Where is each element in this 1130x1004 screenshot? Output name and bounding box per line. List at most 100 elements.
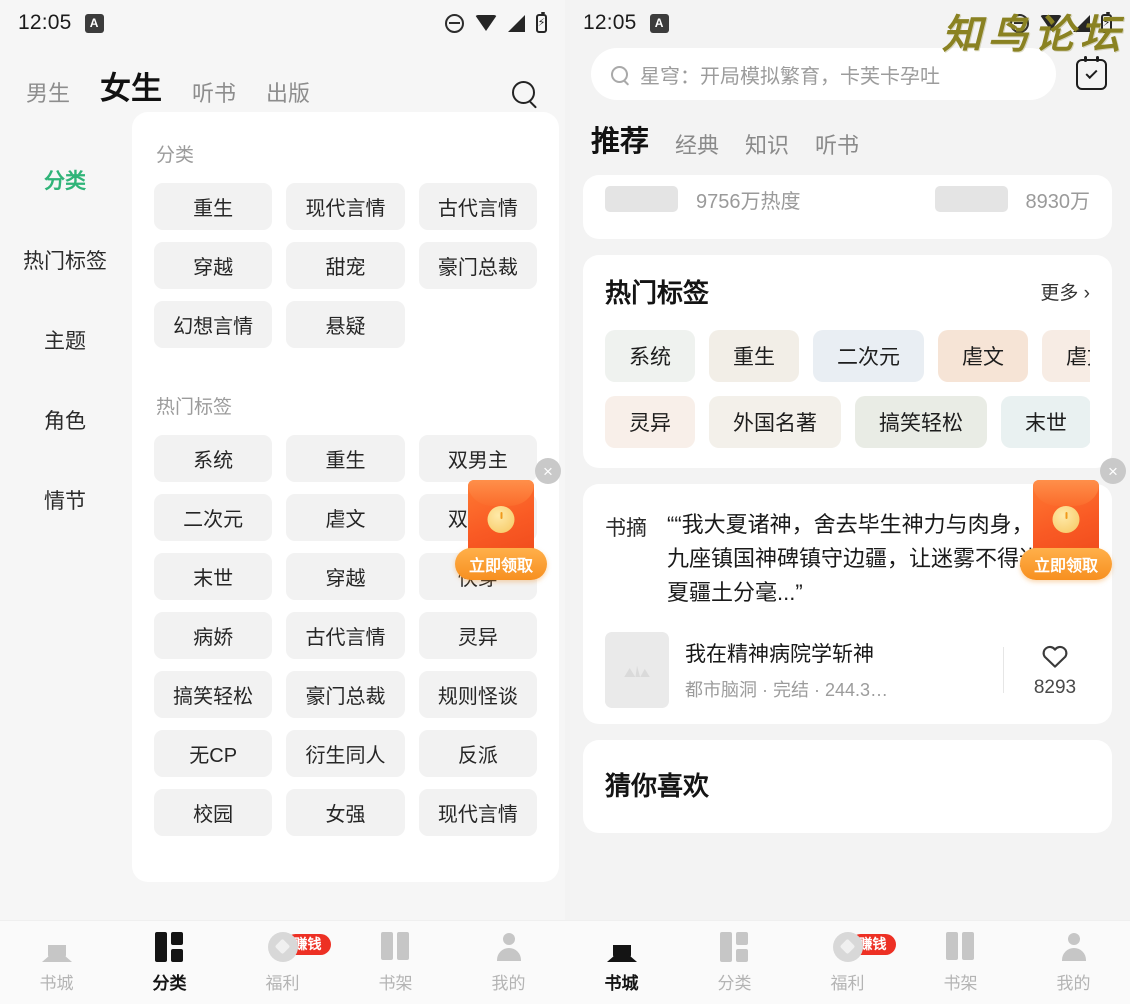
chip[interactable]: 重生 [286, 435, 405, 482]
chip[interactable]: 搞笑轻松 [154, 671, 273, 718]
chip[interactable]: 女强 [286, 789, 405, 836]
red-packet-close-icon[interactable]: × [535, 458, 561, 484]
like-button[interactable]: 8293 [1020, 641, 1090, 699]
placeholder-block [605, 186, 678, 212]
heat-value-left: 9756万热度 [696, 190, 801, 213]
hot-tags-list: 系统 重生 二次元 虐文 虐文 灵异 外国名著 搞笑轻松 末世 [605, 330, 1090, 450]
right-pane-bookstore-screen: 12:05 A ⚡ 知鸟论坛 星穹：开局模拟繁育，卡芙卡孕吐 推荐 经典 知识 [565, 0, 1130, 1004]
tab-tuijian[interactable]: 推荐 [591, 118, 649, 163]
status-bar-left: 12:05 A ⚡ [0, 0, 565, 46]
chip[interactable]: 病娇 [154, 612, 273, 659]
left-top-tabs: 男生 女生 听书 出版 [0, 46, 565, 112]
tab-nansheng[interactable]: 男生 [26, 76, 70, 112]
hot-tag[interactable]: 外国名著 [709, 396, 841, 448]
chip[interactable]: 虐文 [286, 494, 405, 541]
mute-icon [445, 13, 464, 33]
sidebar-item-fenlei[interactable]: 分类 [0, 140, 130, 220]
hot-tag[interactable]: 末世 [1001, 396, 1090, 448]
book-title: 我在精神病院学斩神 [685, 643, 874, 667]
chip[interactable]: 双男主 [418, 435, 537, 482]
chip[interactable]: 校园 [154, 789, 273, 836]
chip[interactable]: 穿越 [154, 242, 273, 289]
chip[interactable]: 幻想言情 [154, 301, 273, 348]
red-packet-widget-left[interactable]: × 立即领取 [455, 458, 561, 580]
chip[interactable]: 反派 [418, 730, 537, 777]
chip[interactable]: 豪门总裁 [418, 242, 537, 289]
nav-item-fuli[interactable]: 赚钱 福利 [226, 931, 339, 994]
checkin-button[interactable] [1070, 53, 1112, 95]
hot-tag[interactable]: 系统 [605, 330, 695, 382]
chip[interactable]: 规则怪谈 [418, 671, 537, 718]
search-icon [511, 80, 535, 104]
tab-nvsheng[interactable]: 女生 [100, 63, 162, 112]
hot-tag[interactable]: 虐文 [938, 330, 1028, 382]
tab-zhishi[interactable]: 知识 [745, 128, 789, 163]
tab-tingshu[interactable]: 听书 [192, 76, 236, 112]
hot-tag[interactable]: 灵异 [605, 396, 695, 448]
nav-label: 分类 [717, 973, 752, 993]
nav-label: 我的 [1056, 973, 1091, 993]
chip[interactable]: 穿越 [286, 553, 405, 600]
hot-tag[interactable]: 虐文 [1042, 330, 1090, 382]
guess-you-like-title: 猜你喜欢 [605, 771, 710, 802]
status-bar-app-icon: A [649, 13, 669, 33]
nav-item-shucheng[interactable]: 书城 [0, 931, 113, 994]
chip[interactable]: 古代言情 [418, 183, 537, 230]
chip[interactable]: 末世 [154, 553, 273, 600]
chip[interactable]: 古代言情 [286, 612, 405, 659]
tab-tingshu-right[interactable]: 听书 [815, 128, 859, 163]
book-cover-placeholder [605, 632, 669, 709]
bottom-nav-left: 书城 分类 赚钱 福利 书架 我的 [0, 920, 565, 1004]
tab-chuban[interactable]: 出版 [266, 76, 310, 112]
nav-item-shujia[interactable]: 书架 [904, 931, 1017, 994]
left-pane-category-screen: 12:05 A ⚡ 男生 女生 听书 出版 分类 热门标签 主题 角色 情节 分… [0, 0, 565, 1004]
red-packet-claim-button[interactable]: 立即领取 [455, 548, 547, 580]
chip[interactable]: 重生 [154, 183, 273, 230]
tag-row: 灵异 外国名著 搞笑轻松 末世 [605, 396, 1090, 448]
search-row: 星穹：开局模拟繁育，卡芙卡孕吐 [565, 46, 1130, 100]
tab-jingdian[interactable]: 经典 [675, 128, 719, 163]
nav-item-fuli[interactable]: 赚钱 福利 [791, 931, 904, 994]
hot-tags-card: 热门标签 更多 › 系统 重生 二次元 虐文 虐文 灵异 外国名著 搞笑轻松 [583, 255, 1112, 468]
hot-tag[interactable]: 二次元 [813, 330, 924, 382]
chip[interactable]: 灵异 [418, 612, 537, 659]
red-packet-close-icon[interactable]: × [1100, 458, 1126, 484]
nav-label: 书架 [943, 973, 978, 993]
chip[interactable]: 豪门总裁 [286, 671, 405, 718]
nav-label: 书城 [604, 973, 639, 993]
chip[interactable]: 悬疑 [286, 301, 405, 348]
sidebar-item-remenbiaoqian[interactable]: 热门标签 [0, 220, 130, 300]
nav-item-shujia[interactable]: 书架 [339, 931, 452, 994]
nav-item-fenlei[interactable]: 分类 [678, 931, 791, 994]
sidebar-item-jiaose[interactable]: 角色 [0, 380, 130, 460]
tag-row: 系统 重生 二次元 虐文 虐文 [605, 330, 1090, 382]
status-bar-time: 12:05 [18, 11, 72, 34]
nav-item-fenlei[interactable]: 分类 [113, 931, 226, 994]
status-bar-icons: ⚡ [445, 11, 547, 33]
nav-item-shucheng[interactable]: 书城 [565, 931, 678, 994]
chip[interactable]: 二次元 [154, 494, 273, 541]
search-input[interactable]: 星穹：开局模拟繁育，卡芙卡孕吐 [591, 48, 1056, 100]
red-packet-widget-right[interactable]: × 立即领取 [1020, 458, 1126, 580]
chip[interactable]: 甜宠 [286, 242, 405, 289]
nav-label: 福利 [830, 973, 865, 993]
hot-tag[interactable]: 重生 [709, 330, 799, 382]
chip[interactable]: 系统 [154, 435, 273, 482]
chip[interactable]: 现代言情 [418, 789, 537, 836]
red-packet-claim-button[interactable]: 立即领取 [1020, 548, 1112, 580]
hot-tag[interactable]: 搞笑轻松 [855, 396, 987, 448]
more-link[interactable]: 更多 › [1040, 278, 1090, 305]
partial-heat-card[interactable]: 9756万热度 8930万 [583, 175, 1112, 239]
sidebar-item-zhuti[interactable]: 主题 [0, 300, 130, 380]
book-row[interactable]: 我在精神病院学斩神 都市脑洞 · 完结 · 244.3… 8293 [605, 632, 1090, 709]
chip[interactable]: 衍生同人 [286, 730, 405, 777]
sidebar-item-qingjie[interactable]: 情节 [0, 460, 130, 540]
search-button-left[interactable] [503, 72, 543, 112]
nav-item-wode[interactable]: 我的 [452, 932, 565, 994]
nav-item-wode[interactable]: 我的 [1017, 932, 1130, 994]
quote-top: 书摘 ““我大夏诸神，舍去毕生神力与肉身，化作九座镇国神碑镇守边疆，让迷雾不得进… [605, 508, 1090, 610]
book-subtitle: 都市脑洞 · 完结 · 244.3… [685, 680, 889, 701]
nav-label: 我的 [491, 973, 526, 993]
chip[interactable]: 无CP [154, 730, 273, 777]
chip[interactable]: 现代言情 [286, 183, 405, 230]
